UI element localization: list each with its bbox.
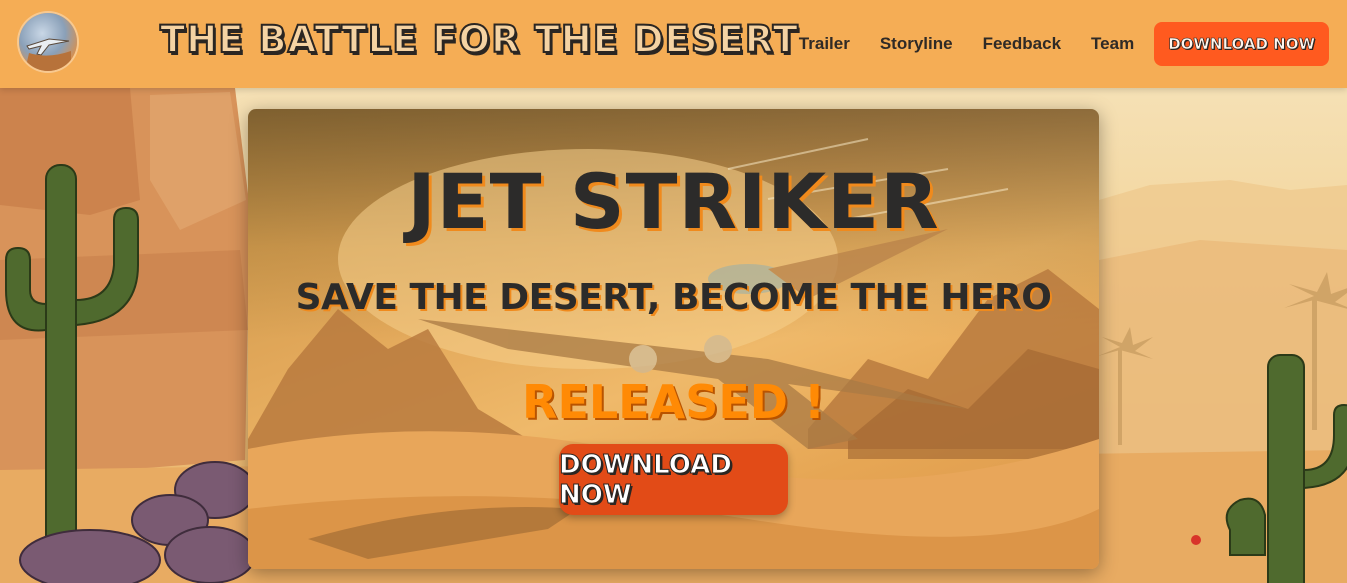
nav-team[interactable]: Team — [1091, 34, 1134, 54]
header-download-button[interactable]: DOWNLOAD NOW — [1154, 22, 1329, 66]
jet-logo-icon[interactable] — [19, 13, 77, 71]
hero-title: JET STRIKER — [407, 157, 940, 246]
hero-banner: JET STRIKER SAVE THE DESERT, BECOME THE … — [248, 109, 1099, 569]
site-header: THE BATTLE FOR THE DESERT Trailer Storyl… — [0, 0, 1347, 88]
nav-trailer[interactable]: Trailer — [799, 34, 850, 54]
hero-download-button[interactable]: DOWNLOAD NOW — [559, 444, 788, 515]
hero-subtitle: SAVE THE DESERT, BECOME THE HERO — [295, 277, 1052, 318]
nav-feedback[interactable]: Feedback — [983, 34, 1061, 54]
release-status: RELEASED ! — [522, 375, 825, 429]
site-title: THE BATTLE FOR THE DESERT — [159, 17, 799, 62]
nav-storyline[interactable]: Storyline — [880, 34, 953, 54]
main-nav: Trailer Storyline Feedback Team DOWNLOAD… — [799, 22, 1329, 66]
